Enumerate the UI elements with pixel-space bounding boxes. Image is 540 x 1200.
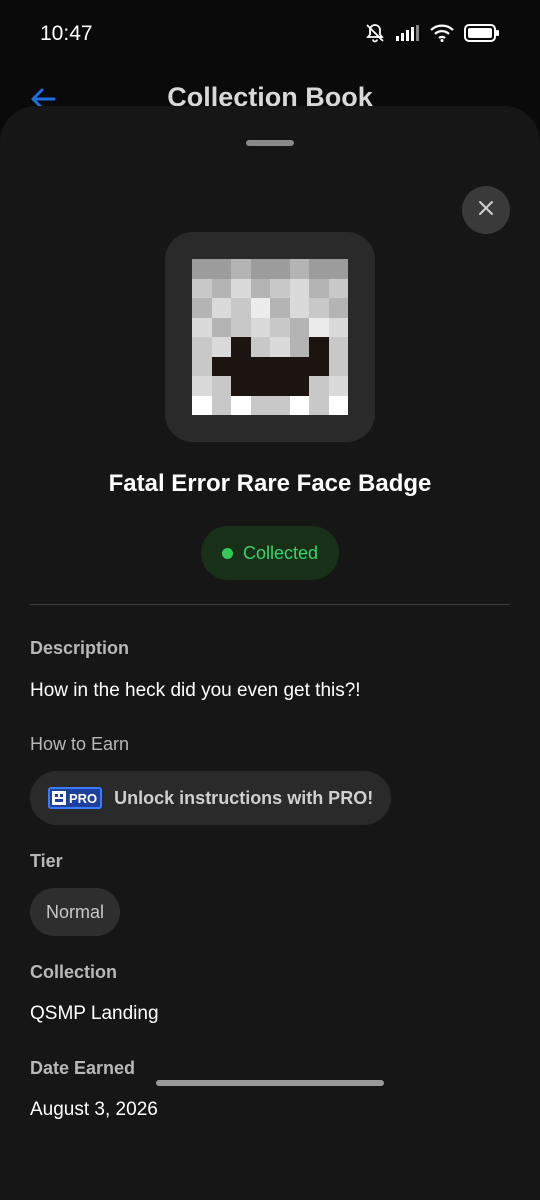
collection-label: Collection	[30, 962, 118, 982]
divider	[30, 604, 510, 605]
sheet-grabber[interactable]	[246, 140, 294, 146]
badge-pixel	[270, 395, 290, 415]
badge-pixel	[289, 298, 309, 318]
badge-pixel	[328, 278, 348, 298]
badge-pixel	[328, 298, 348, 318]
badge-pixel	[192, 337, 212, 357]
pro-badge-text: PRO	[69, 790, 98, 806]
badge-pixel	[250, 298, 270, 318]
badge-pixel	[192, 278, 212, 298]
badge-pixel	[328, 259, 348, 279]
badge-pixel	[289, 395, 309, 415]
status-dot	[221, 547, 233, 559]
badge-pixel	[192, 317, 212, 337]
badge-pixel	[231, 298, 251, 318]
badge-pixel	[231, 356, 251, 376]
badge-pixel	[289, 356, 309, 376]
date-earned-value: August 3, 2026	[30, 1099, 158, 1120]
badge-pixel	[270, 356, 290, 376]
badge-pixel	[192, 298, 212, 318]
badge-pixel	[309, 337, 329, 357]
status-label: Collected	[242, 542, 319, 563]
badge-pixel	[211, 337, 231, 357]
unlock-pro-label: Unlock instructions with PRO!	[114, 787, 374, 808]
badge-pixel	[211, 278, 231, 298]
badge-pixel	[270, 259, 290, 279]
badge-pixel	[231, 337, 251, 357]
badge-pixel	[289, 278, 309, 298]
badge-pixel	[231, 395, 251, 415]
badge-pixel	[270, 298, 290, 318]
badge-pixel	[250, 376, 270, 396]
badge-pixel	[328, 376, 348, 396]
badge-pixel	[192, 376, 212, 396]
badge-pixel	[250, 317, 270, 337]
close-button[interactable]	[462, 186, 510, 234]
badge-pixel	[270, 278, 290, 298]
badge-detail-sheet: Fatal Error Rare Face Badge Collected De…	[0, 106, 540, 1200]
badge-pixel	[328, 395, 348, 415]
badge-pixel	[192, 259, 212, 279]
badge-name: Fatal Error Rare Face Badge	[108, 470, 432, 497]
badge-pixel	[309, 298, 329, 318]
badge-pixel	[328, 356, 348, 376]
status-bar: 10:47	[0, 0, 540, 70]
status-time: 10:47	[40, 22, 93, 45]
close-icon	[478, 200, 494, 221]
badge-pixel	[231, 259, 251, 279]
badge-pixel	[289, 317, 309, 337]
tier-label: Tier	[30, 851, 63, 871]
badge-pixel	[250, 278, 270, 298]
wifi-icon	[430, 24, 454, 42]
badge-image-frame	[165, 232, 375, 442]
tier-value: Normal	[30, 888, 120, 936]
pro-face-icon	[52, 791, 66, 805]
badge-pixel	[211, 395, 231, 415]
badge-pixel	[309, 317, 329, 337]
badge-pixel	[231, 317, 251, 337]
badge-pixel	[192, 356, 212, 376]
badge-pixel	[211, 259, 231, 279]
pixel-face-badge	[192, 259, 348, 415]
badge-pixel	[211, 298, 231, 318]
badge-pixel	[289, 259, 309, 279]
badge-pixel	[309, 259, 329, 279]
status-icons	[364, 22, 500, 44]
badge-pixel	[211, 356, 231, 376]
badge-pixel	[270, 337, 290, 357]
badge-pixel	[250, 356, 270, 376]
home-indicator[interactable]	[156, 1080, 384, 1086]
description-label: Description	[30, 638, 130, 658]
how-to-earn-label: How to Earn	[30, 734, 130, 754]
badge-pixel	[328, 337, 348, 357]
badge-pixel	[231, 376, 251, 396]
description-text: How in the heck did you even get this?!	[30, 680, 361, 701]
badge-pixel	[309, 356, 329, 376]
unlock-pro-button[interactable]: PRO Unlock instructions with PRO!	[30, 771, 391, 825]
status-badge: Collected	[201, 526, 339, 580]
pro-badge: PRO	[48, 787, 103, 809]
badge-pixel	[250, 337, 270, 357]
badge-pixel	[211, 317, 231, 337]
battery-icon	[464, 24, 500, 42]
badge-pixel	[309, 395, 329, 415]
badge-pixel	[250, 259, 270, 279]
signal-icon	[396, 25, 420, 41]
collection-value: QSMP Landing	[30, 1003, 159, 1024]
badge-pixel	[270, 317, 290, 337]
badge-pixel	[231, 278, 251, 298]
badge-pixel	[289, 376, 309, 396]
badge-pixel	[309, 376, 329, 396]
badge-pixel	[211, 376, 231, 396]
badge-pixel	[270, 376, 290, 396]
badge-pixel	[192, 395, 212, 415]
date-earned-label: Date Earned	[30, 1058, 136, 1078]
badge-pixel	[309, 278, 329, 298]
badge-pixel	[328, 317, 348, 337]
bell-muted-icon	[364, 22, 386, 44]
badge-pixel	[250, 395, 270, 415]
badge-pixel	[289, 337, 309, 357]
